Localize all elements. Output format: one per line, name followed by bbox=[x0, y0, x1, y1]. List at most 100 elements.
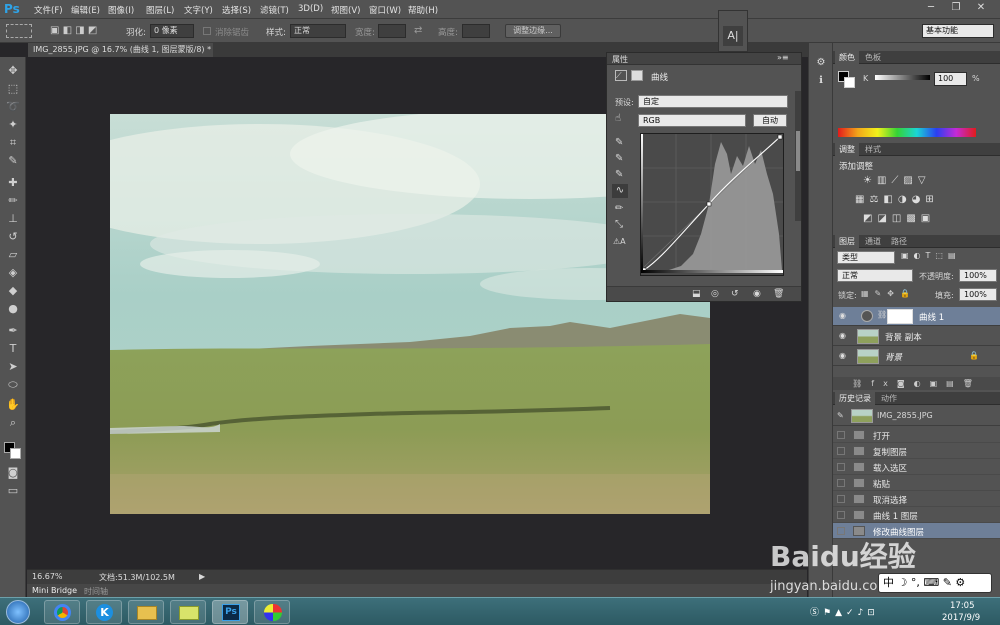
tab-history[interactable]: 历史记录 bbox=[835, 392, 875, 405]
history-item[interactable]: 曲线 1 图层 bbox=[833, 507, 1000, 523]
tab-styles[interactable]: 样式 bbox=[861, 143, 885, 156]
pen-icon[interactable]: ✒ bbox=[5, 323, 21, 339]
curve-point-tool-icon[interactable]: ∿ bbox=[612, 184, 628, 198]
layer-filter-select[interactable]: 类型 bbox=[837, 251, 895, 264]
visibility-icon[interactable]: ◉ bbox=[753, 289, 761, 299]
set-black-point-icon[interactable]: ✎ bbox=[615, 137, 623, 148]
layer-name[interactable]: 背景 副本 bbox=[885, 331, 922, 343]
history-item[interactable]: 粘贴 bbox=[833, 475, 1000, 491]
lasso-icon[interactable]: ➰ bbox=[5, 99, 21, 115]
ime-toolbar[interactable]: 中 ☽ °, ⌨ ✎ ⚙ bbox=[878, 573, 992, 593]
mask-link-icon[interactable]: ⛓ bbox=[877, 310, 887, 319]
photoshop-taskbar-icon[interactable]: Ps bbox=[212, 600, 248, 624]
panel-menu-icon[interactable]: »≡ bbox=[777, 53, 789, 62]
antialias-checkbox[interactable] bbox=[203, 27, 211, 35]
tab-mini-bridge[interactable]: Mini Bridge bbox=[32, 586, 77, 595]
menu-file[interactable]: 文件(F) bbox=[34, 4, 63, 16]
layer-visibility-eye-icon[interactable]: ◉ bbox=[839, 352, 849, 360]
style-select[interactable]: 正常 bbox=[290, 24, 346, 38]
channel-select[interactable]: RGB bbox=[638, 114, 746, 127]
type-icon[interactable]: T bbox=[5, 341, 21, 357]
auto-button[interactable]: 自动 bbox=[753, 114, 787, 127]
status-menu-arrow-icon[interactable]: ▶ bbox=[199, 572, 205, 581]
workspace-select[interactable]: 基本功能 bbox=[922, 24, 994, 38]
tab-channels[interactable]: 通道 bbox=[861, 235, 885, 248]
clock-date[interactable]: 2017/9/9 bbox=[942, 613, 980, 623]
history-item[interactable]: 载入选区 bbox=[833, 459, 1000, 475]
mask-icon[interactable] bbox=[631, 70, 643, 81]
menu-type[interactable]: 文字(Y) bbox=[184, 4, 213, 16]
magic-wand-icon[interactable]: ✦ bbox=[5, 117, 21, 133]
refine-edge-button[interactable]: 调整边缘... bbox=[505, 24, 561, 38]
healing-brush-icon[interactable]: ✚ bbox=[5, 175, 21, 191]
tab-adjustments[interactable]: 调整 bbox=[835, 143, 859, 156]
move-tool-icon[interactable]: ✥ bbox=[5, 63, 21, 79]
history-brush-source-icon[interactable]: ✎ bbox=[837, 411, 844, 420]
ime-mode[interactable]: 中 bbox=[883, 576, 894, 589]
crop-icon[interactable]: ⌗ bbox=[5, 135, 21, 151]
eraser-icon[interactable]: ▱ bbox=[5, 247, 21, 263]
menu-select[interactable]: 选择(S) bbox=[222, 4, 251, 16]
eyedropper-icon[interactable]: ✎ bbox=[5, 153, 21, 169]
opacity-input[interactable]: 100% bbox=[959, 269, 997, 282]
reset-icon[interactable]: ↺ bbox=[731, 289, 739, 299]
pencil-draw-icon[interactable]: ✏ bbox=[615, 203, 623, 214]
view-previous-icon[interactable]: ◎ bbox=[711, 289, 719, 299]
clock-time[interactable]: 17:05 bbox=[950, 601, 975, 611]
menu-window[interactable]: 窗口(W) bbox=[369, 4, 401, 16]
background-color-swatch[interactable] bbox=[10, 448, 21, 459]
history-item[interactable]: 取消选择 bbox=[833, 491, 1000, 507]
paint-taskbar-icon[interactable] bbox=[254, 600, 290, 624]
blur-icon[interactable]: ◆ bbox=[5, 283, 21, 299]
set-gray-point-icon[interactable]: ✎ bbox=[615, 153, 623, 164]
layer-row-curves[interactable]: ◉ ⛓ 曲线 1 bbox=[833, 307, 1000, 326]
paint-bucket-icon[interactable]: ◈ bbox=[5, 265, 21, 281]
adjustment-icons-row3[interactable]: ◩◪◫▩▣ bbox=[863, 213, 973, 225]
character-icon[interactable]: A| bbox=[723, 26, 743, 46]
explorer-taskbar-icon[interactable] bbox=[128, 600, 164, 624]
feather-input[interactable]: 0 像素 bbox=[150, 24, 194, 38]
swap-icon[interactable]: ⇄ bbox=[414, 25, 422, 36]
set-white-point-icon[interactable]: ✎ bbox=[615, 169, 623, 180]
tab-paths[interactable]: 路径 bbox=[887, 235, 911, 248]
layer-name[interactable]: 曲线 1 bbox=[919, 311, 944, 323]
properties-scrollbar[interactable] bbox=[795, 91, 801, 221]
screen-mode-icon[interactable]: ▭ bbox=[5, 483, 21, 499]
kugou-taskbar-icon[interactable]: K bbox=[86, 600, 122, 624]
minimize-icon[interactable]: ─ bbox=[920, 0, 942, 16]
menu-help[interactable]: 帮助(H) bbox=[408, 4, 438, 16]
dodge-icon[interactable]: ● bbox=[5, 301, 21, 317]
color-background-swatch[interactable] bbox=[844, 77, 855, 88]
tab-actions[interactable]: 动作 bbox=[877, 392, 901, 405]
menu-view[interactable]: 视图(V) bbox=[331, 4, 360, 16]
menu-layer[interactable]: 图层(L) bbox=[146, 4, 174, 16]
marquee-tool-icon[interactable] bbox=[6, 24, 32, 38]
layer-row-background-copy[interactable]: ◉ 背景 副本 bbox=[833, 327, 1000, 346]
tab-color[interactable]: 颜色 bbox=[835, 51, 859, 64]
path-selection-icon[interactable]: ➤ bbox=[5, 359, 21, 375]
hand-adjust-icon[interactable]: ☝ bbox=[615, 113, 621, 124]
clipping-warning-icon[interactable]: ⚠A bbox=[613, 237, 626, 246]
history-item[interactable]: 打开 bbox=[833, 427, 1000, 443]
adjustments-dock-icon[interactable]: ⚙ bbox=[813, 57, 829, 71]
history-brush-icon[interactable]: ↺ bbox=[5, 229, 21, 245]
quick-mask-icon[interactable]: ◙ bbox=[5, 465, 21, 481]
folder-taskbar-icon[interactable] bbox=[170, 600, 206, 624]
chrome-taskbar-icon[interactable] bbox=[44, 600, 80, 624]
layers-footer-icons[interactable]: ⛓fx◙◐▣▤🗑 bbox=[833, 377, 1000, 390]
menu-image[interactable]: 图像(I) bbox=[108, 4, 134, 16]
marquee-icon[interactable]: ⬚ bbox=[5, 81, 21, 97]
info-dock-icon[interactable]: ℹ bbox=[813, 75, 829, 89]
preset-select[interactable]: 自定 bbox=[638, 95, 788, 108]
lock-icons[interactable]: ▦✎✥🔒 bbox=[861, 289, 923, 299]
layer-mask-thumbnail[interactable] bbox=[887, 309, 913, 324]
clip-to-layer-icon[interactable]: ⬓ bbox=[692, 289, 701, 299]
start-button[interactable] bbox=[6, 600, 30, 624]
k-value-input[interactable]: 100 bbox=[934, 72, 967, 86]
brush-icon[interactable]: ✏ bbox=[5, 193, 21, 209]
height-input[interactable] bbox=[462, 24, 490, 38]
clone-stamp-icon[interactable]: ⊥ bbox=[5, 211, 21, 227]
system-tray-icons[interactable]: Ⓢ⚑▲✓♪⊡ bbox=[810, 605, 920, 619]
selection-mode-icons[interactable]: ▣ ◧ ◨ ◩ bbox=[50, 24, 110, 38]
layer-name[interactable]: 背景 bbox=[885, 351, 902, 363]
